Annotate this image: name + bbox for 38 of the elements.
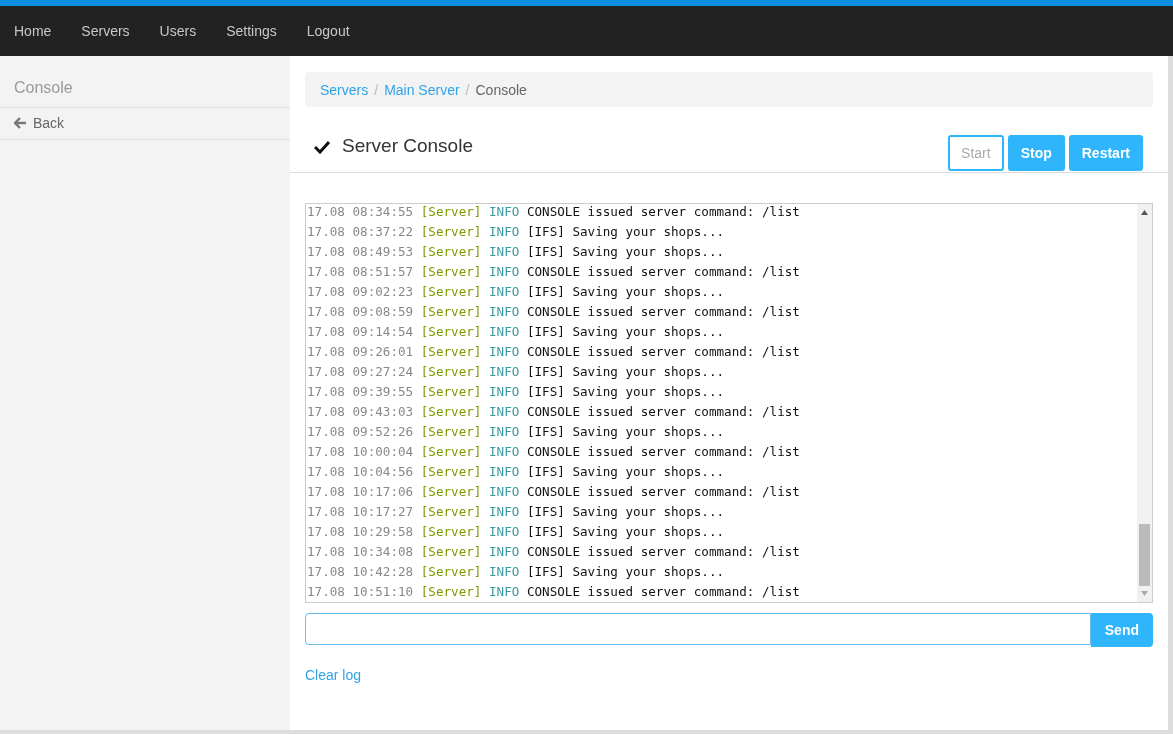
log-line: 17.08 09:26:01 [Server] INFO CONSOLE issued server command: /list [306, 344, 801, 361]
log-line: 17.08 10:04:56 [Server] INFO [IFS] Saving your shops... [306, 464, 726, 481]
breadcrumb-separator: / [374, 81, 379, 98]
breadcrumb-link[interactable]: Servers [320, 81, 369, 98]
log-line: 17.08 10:29:58 [Server] INFO [IFS] Saving your shops... [306, 524, 726, 541]
breadcrumb-link[interactable]: Main Server [384, 81, 460, 98]
log-line: 17.08 10:17:06 [Server] INFO CONSOLE issued server command: /list [306, 484, 801, 501]
log-line: 17.08 10:51:10 [Server] INFO CONSOLE issued server command: /list [306, 584, 801, 601]
nav-link[interactable]: Settings [226, 23, 277, 39]
log-line: 17.08 09:27:24 [Server] INFO [IFS] Saving your shops... [306, 364, 726, 381]
nav-link[interactable]: Home [14, 23, 52, 39]
log-line: 17.08 09:39:55 [Server] INFO [IFS] Saving your shops... [306, 384, 726, 401]
back-link[interactable]: Back [0, 108, 290, 140]
log-line: 17.08 09:02:23 [Server] INFO [IFS] Saving your shops... [306, 284, 726, 301]
send-button[interactable]: Send [1090, 613, 1153, 647]
log-line: 17.08 09:52:26 [Server] INFO [IFS] Saving your shops... [306, 424, 726, 441]
log-line: 17.08 10:00:04 [Server] INFO CONSOLE issued server command: /list [306, 444, 801, 461]
breadcrumb-current: Console [475, 81, 527, 98]
log-line: 17.08 10:34:08 [Server] INFO CONSOLE issued server command: /list [306, 544, 801, 561]
nav-link[interactable]: Logout [306, 23, 350, 39]
log-line: 17.08 09:08:59 [Server] INFO CONSOLE issued server command: /list [306, 304, 801, 321]
server-control-button[interactable]: Stop [1007, 134, 1065, 171]
log-line: 17.08 08:49:53 [Server] INFO [IFS] Saving your shops... [306, 244, 726, 261]
command-input[interactable] [305, 613, 1091, 645]
log-line: 17.08 10:17:27 [Server] INFO [IFS] Saving your shops... [306, 504, 726, 521]
log-line: 17.08 08:34:55 [Server] INFO CONSOLE issued server command: /list [306, 204, 801, 221]
nav-link[interactable]: Servers [81, 23, 130, 39]
log-line: 17.08 09:14:54 [Server] INFO [IFS] Saving your shops... [306, 324, 726, 341]
log-line: 17.08 08:37:22 [Server] INFO [IFS] Saving your shops... [306, 224, 726, 241]
server-control-button[interactable]: Restart [1068, 134, 1143, 171]
clear-log-link[interactable]: Clear log [305, 667, 362, 683]
arrow-left-icon [14, 117, 27, 129]
log-line: 17.08 09:43:03 [Server] INFO CONSOLE issued server command: /list [306, 404, 801, 421]
breadcrumb-separator: / [465, 81, 470, 98]
log-line: 17.08 08:51:57 [Server] INFO CONSOLE issued server command: /list [306, 264, 801, 281]
nav-link[interactable]: Users [159, 23, 197, 39]
page-title: Server Console [342, 134, 474, 157]
log-line: 17.08 10:42:28 [Server] INFO [IFS] Saving your shops... [306, 564, 726, 581]
